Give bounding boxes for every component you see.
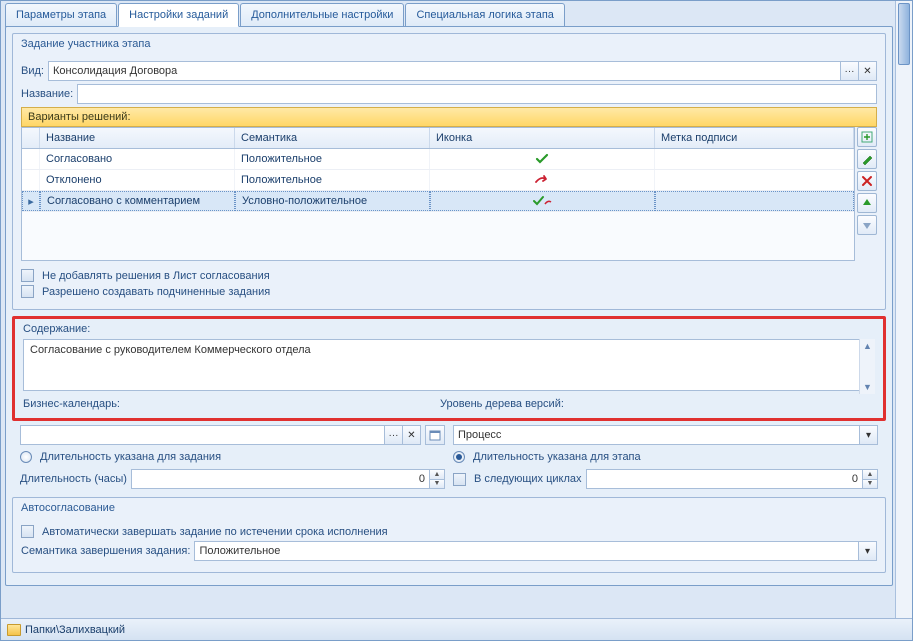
col-mark[interactable]: Метка подписи bbox=[655, 128, 854, 148]
move-down-button[interactable] bbox=[857, 215, 877, 235]
arrow-red-icon bbox=[430, 170, 655, 190]
table-row[interactable]: ▸ Согласовано с комментарием Условно-пол… bbox=[22, 191, 854, 212]
auto-complete-label: Автоматически завершать задание по истеч… bbox=[42, 526, 388, 538]
process-dropdown[interactable]: ▾ bbox=[859, 426, 877, 444]
group-participant-task: Задание участника этапа Вид: ··· ✕ Назва… bbox=[12, 33, 886, 310]
kind-input[interactable] bbox=[49, 62, 840, 80]
cycles-label: В следующих циклах bbox=[474, 473, 582, 485]
sem-dropdown[interactable]: ▾ bbox=[858, 542, 876, 560]
cycles-up[interactable]: ▲ bbox=[863, 470, 877, 480]
add-row-button[interactable] bbox=[857, 127, 877, 147]
duration-label: Длительность (часы) bbox=[20, 473, 127, 485]
check-green-icon bbox=[430, 149, 655, 169]
kind-browse-button[interactable]: ··· bbox=[840, 62, 858, 80]
cycles-checkbox[interactable] bbox=[453, 473, 466, 486]
textarea-scrollbar[interactable]: ▲▼ bbox=[859, 339, 875, 394]
duration-task-radio[interactable] bbox=[20, 451, 32, 463]
content-label: Содержание: bbox=[23, 323, 875, 335]
group-autoapprove: Автосогласование Автоматически завершать… bbox=[12, 497, 886, 573]
table-row[interactable]: Согласовано Положительное bbox=[22, 149, 854, 170]
duration-down[interactable]: ▼ bbox=[430, 480, 444, 489]
table-row[interactable]: Отклонено Положительное bbox=[22, 170, 854, 191]
col-icon[interactable]: Иконка bbox=[430, 128, 655, 148]
vertical-scrollbar[interactable] bbox=[895, 1, 912, 618]
name-label: Название: bbox=[21, 88, 73, 100]
sem-select[interactable] bbox=[195, 542, 858, 560]
tab-params[interactable]: Параметры этапа bbox=[5, 3, 117, 27]
sem-label: Семантика завершения задания: bbox=[21, 545, 190, 557]
move-up-button[interactable] bbox=[857, 193, 877, 213]
delete-row-button[interactable] bbox=[857, 171, 877, 191]
biz-cal-clear[interactable]: ✕ bbox=[402, 426, 420, 444]
content-highlight: Содержание: ▲▼ Бизнес-календарь: Уровень… bbox=[12, 316, 886, 421]
kind-clear-button[interactable]: ✕ bbox=[858, 62, 876, 80]
biz-cal-browse[interactable]: ··· bbox=[384, 426, 402, 444]
duration-input[interactable] bbox=[132, 470, 429, 488]
biz-cal-input[interactable] bbox=[21, 426, 384, 444]
name-input[interactable] bbox=[78, 85, 876, 103]
kind-input-wrap: ··· ✕ bbox=[48, 61, 877, 81]
content-textarea[interactable] bbox=[23, 339, 875, 391]
col-name[interactable]: Название bbox=[40, 128, 235, 148]
panel-task-settings: Задание участника этапа Вид: ··· ✕ Назва… bbox=[5, 26, 893, 586]
status-path: Папки\Залихвацкий bbox=[25, 624, 125, 636]
cycles-input[interactable] bbox=[587, 470, 862, 488]
auto-complete-checkbox[interactable] bbox=[21, 525, 34, 538]
duration-stage-radio[interactable] bbox=[453, 451, 465, 463]
no-add-label: Не добавлять решения в Лист согласования bbox=[42, 270, 270, 282]
tab-task-settings[interactable]: Настройки заданий bbox=[118, 3, 239, 27]
variants-grid: Название Семантика Иконка Метка подписи … bbox=[21, 127, 855, 261]
allow-sub-checkbox[interactable] bbox=[21, 285, 34, 298]
kind-label: Вид: bbox=[21, 65, 44, 77]
calendar-button[interactable] bbox=[425, 425, 445, 445]
no-add-checkbox[interactable] bbox=[21, 269, 34, 282]
edit-row-button[interactable] bbox=[857, 149, 877, 169]
col-sem[interactable]: Семантика bbox=[235, 128, 430, 148]
tab-extra[interactable]: Дополнительные настройки bbox=[240, 3, 404, 27]
allow-sub-label: Разрешено создавать подчиненные задания bbox=[42, 286, 270, 298]
tab-bar: Параметры этапа Настройки заданий Дополн… bbox=[5, 3, 893, 27]
autoapprove-title: Автосогласование bbox=[13, 498, 885, 518]
status-bar: Папки\Залихвацкий bbox=[1, 618, 912, 640]
group-title: Задание участника этапа bbox=[13, 34, 885, 54]
biz-cal-label: Бизнес-календарь: bbox=[23, 398, 120, 410]
check-arrow-icon bbox=[430, 191, 655, 211]
variants-title: Варианты решений: bbox=[21, 107, 877, 127]
process-select[interactable] bbox=[454, 426, 859, 444]
duration-up[interactable]: ▲ bbox=[430, 470, 444, 480]
tab-special-logic[interactable]: Специальная логика этапа bbox=[405, 3, 564, 27]
cycles-down[interactable]: ▼ bbox=[863, 480, 877, 489]
folder-icon bbox=[7, 624, 21, 636]
ver-tree-label: Уровень дерева версий: bbox=[440, 398, 564, 410]
